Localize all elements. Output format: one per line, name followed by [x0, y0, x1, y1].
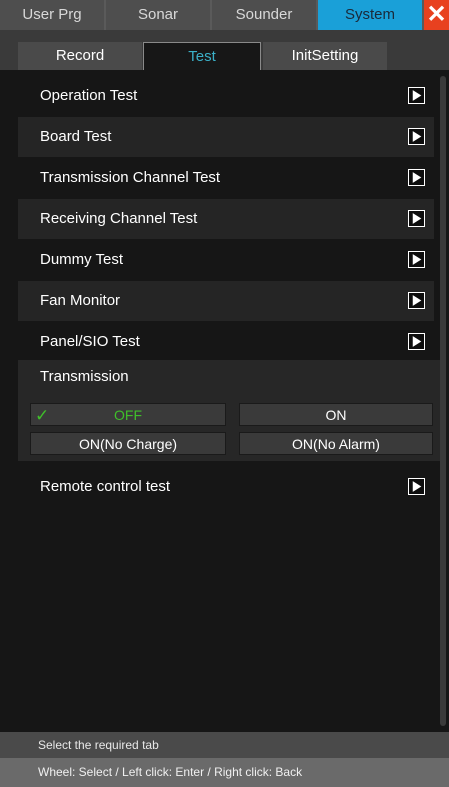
- menu-item-label: Transmission Channel Test: [40, 169, 221, 186]
- status-help: Wheel: Select / Left click: Enter / Righ…: [0, 758, 449, 787]
- tab-system[interactable]: System: [318, 0, 422, 30]
- play-icon[interactable]: [408, 478, 425, 495]
- menu-item-fan-monitor[interactable]: Fan Monitor: [18, 281, 434, 321]
- transmission-on-button[interactable]: ON: [239, 403, 433, 426]
- tab-initsetting[interactable]: InitSetting: [263, 42, 387, 70]
- menu-item-board-test[interactable]: Board Test: [18, 117, 434, 157]
- scrollbar[interactable]: [440, 76, 446, 726]
- play-icon[interactable]: [408, 251, 425, 268]
- test-panel: Operation Test Board Test Transmission C…: [0, 70, 449, 732]
- tab-record[interactable]: Record: [18, 42, 142, 70]
- menu-item-label: Panel/SIO Test: [40, 333, 140, 350]
- transmission-off-label: OFF: [114, 407, 142, 423]
- main-tab-bar: User Prg Sonar Sounder System ✕: [0, 0, 449, 30]
- check-icon: ✓: [35, 406, 50, 425]
- tab-sonar[interactable]: Sonar: [106, 0, 210, 30]
- play-icon[interactable]: [408, 333, 425, 350]
- transmission-title: Transmission: [40, 368, 129, 385]
- transmission-off-button[interactable]: ✓ OFF: [30, 403, 226, 426]
- menu-item-label: Dummy Test: [40, 251, 124, 268]
- status-hint: Select the required tab: [0, 732, 449, 758]
- menu-item-operation-test[interactable]: Operation Test: [18, 76, 434, 116]
- menu-item-transmission-channel-test[interactable]: Transmission Channel Test: [18, 158, 434, 198]
- menu-item-label: Receiving Channel Test: [40, 210, 198, 227]
- close-icon: ✕: [426, 1, 447, 28]
- play-icon[interactable]: [408, 210, 425, 227]
- transmission-on-no-charge-button[interactable]: ON(No Charge): [30, 432, 226, 455]
- menu-item-panel-sio-test[interactable]: Panel/SIO Test: [18, 322, 434, 362]
- close-button[interactable]: ✕: [424, 0, 449, 30]
- tab-user-prg[interactable]: User Prg: [0, 0, 104, 30]
- status-hint-text: Select the required tab: [38, 738, 159, 752]
- menu-item-remote-control-test[interactable]: Remote control test: [18, 467, 434, 507]
- transmission-group: Transmission ✓ OFF ON ON(No Charge) ON(N…: [18, 360, 445, 461]
- menu-item-label: Fan Monitor: [40, 292, 121, 309]
- menu-item-receiving-channel-test[interactable]: Receiving Channel Test: [18, 199, 434, 239]
- sub-tab-bar: Record Test InitSetting: [0, 30, 449, 70]
- menu-item-label: Board Test: [40, 128, 112, 145]
- menu-item-label: Remote control test: [40, 478, 171, 495]
- menu-item-label: Operation Test: [40, 87, 138, 104]
- menu-item-dummy-test[interactable]: Dummy Test: [18, 240, 434, 280]
- play-icon[interactable]: [408, 128, 425, 145]
- play-icon[interactable]: [408, 292, 425, 309]
- transmission-on-no-alarm-button[interactable]: ON(No Alarm): [239, 432, 433, 455]
- play-icon[interactable]: [408, 169, 425, 186]
- tab-test[interactable]: Test: [143, 42, 261, 70]
- tab-sounder[interactable]: Sounder: [212, 0, 316, 30]
- status-help-text: Wheel: Select / Left click: Enter / Righ…: [38, 765, 303, 779]
- play-icon[interactable]: [408, 87, 425, 104]
